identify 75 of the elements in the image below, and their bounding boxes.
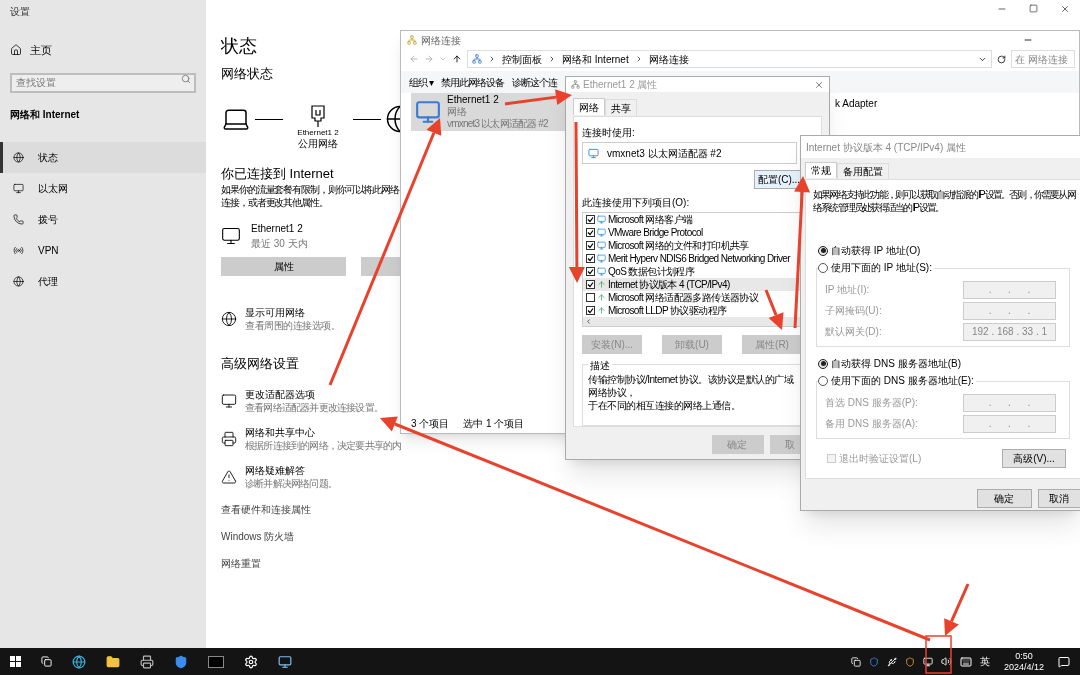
link[interactable]: Windows 防火墙 <box>221 528 295 544</box>
link-description: 查看网络适配器并更改连接设置。 <box>245 400 383 414</box>
search-field[interactable]: 查找设置 <box>10 72 196 93</box>
clock[interactable]: 0:50 2024/4/12 <box>997 650 1050 673</box>
item-device: vmxnet3 以太网适配器 #2 <box>447 118 548 130</box>
field-label: 首选 DNS 服务器(P): <box>825 396 919 410</box>
ok-button[interactable]: 确定 <box>977 489 1032 508</box>
tab[interactable]: 共享 <box>605 99 637 116</box>
field-label: 子网掩码(U): <box>825 304 883 318</box>
nav-item[interactable]: 代理 <box>0 266 206 297</box>
description-line: 连接，或者更改其他属性。 <box>221 196 328 209</box>
nav-item[interactable]: 拨号 <box>0 204 206 235</box>
device-field: vmxnet3 以太网适配器 #2 <box>582 142 797 164</box>
field-label: 连接时使用: <box>582 126 635 140</box>
adapter-name: Ethernet1 2 <box>251 222 303 236</box>
toolbar-button[interactable]: 组织 ▾ <box>409 74 433 90</box>
description-line: 传输控制协议/Internet 协议。该协议是默认的广域网络协议， <box>588 373 795 399</box>
address-bar[interactable]: 控制面板 网络和 Internet 网络连接 <box>467 50 992 68</box>
link[interactable]: 显示可用网络 <box>245 306 305 319</box>
nav-item[interactable]: 以太网 <box>0 173 206 204</box>
connection-status: 你已连接到 Internet <box>221 164 334 183</box>
link-description: 根据所连接到的网络，决定要共享的内 <box>245 438 402 452</box>
window-title: 设置 <box>9 5 31 19</box>
tab[interactable]: 备用配置 <box>837 163 889 179</box>
section-heading: 高级网络设置 <box>221 355 299 373</box>
group-label: 描述 <box>588 358 612 373</box>
link-description: 诊断并解决网络问题。 <box>245 476 337 490</box>
description-line: 如果网络支持此功能，则可以获取自动指派的 IP 设置。否则，你需要从网 <box>813 188 1075 201</box>
tab[interactable]: 网络 <box>573 98 605 115</box>
dialog-title: Ethernet1 2 属性 <box>583 78 658 92</box>
section-heading: 网络状态 <box>221 65 273 83</box>
radio-button[interactable]: 自动获得 IP 地址(O) <box>818 242 923 259</box>
field-label: IP 地址(I): <box>825 283 871 297</box>
item-status: 网络 <box>447 106 467 118</box>
properties-button[interactable]: 属性 <box>221 257 346 276</box>
nav-item[interactable]: 状态 <box>0 142 206 173</box>
breadcrumb[interactable]: 网络连接 <box>648 51 689 67</box>
advanced-button[interactable]: 高级(V)... <box>1002 449 1066 468</box>
window-title: 网络连接 <box>421 33 461 48</box>
nav-item[interactable]: VPN <box>0 235 206 266</box>
radio-button[interactable]: 自动获得 DNS 服务器地址(B) <box>818 355 963 372</box>
adapter-label: Ethernet1 2 <box>297 127 339 138</box>
breadcrumb[interactable]: 网络和 Internet <box>562 51 629 67</box>
cancel-button[interactable]: 取消 <box>1037 489 1080 508</box>
network-label: 公用网络 <box>298 137 338 150</box>
nav-link[interactable]: 主页 <box>30 41 52 59</box>
link-description: 查看周围的连接选项。 <box>245 319 340 332</box>
connection-item[interactable]: Ethernet1 2 网络 vmxnet3 以太网适配器 #2 <box>411 93 566 131</box>
link[interactable]: 网络疑难解答 <box>245 463 305 477</box>
field-label: 此连接使用下列项目(O): <box>582 196 690 210</box>
adapter-detail: 最近 30 天内 <box>251 237 308 251</box>
radio-button[interactable]: 使用下面的 DNS 服务器地址(E): <box>818 372 976 389</box>
toolbar-button[interactable]: 禁用此网络设备 <box>440 74 504 90</box>
field-label: 备用 DNS 服务器(A): <box>825 417 919 431</box>
item-name: Ethernet1 2 <box>447 94 499 106</box>
link[interactable]: 更改适配器选项 <box>245 387 315 401</box>
toolbar-button[interactable]: 诊断这个连 <box>511 74 557 90</box>
description-line: 于在不同的相互连接的网络上通信。 <box>588 399 741 412</box>
search-field[interactable]: 在 网络连接 <box>1011 50 1075 68</box>
link[interactable]: 网络和共享中心 <box>245 425 315 439</box>
status-text: 3 个项目 <box>411 416 450 431</box>
link[interactable]: 查看硬件和连接属性 <box>221 501 311 517</box>
field-label: 默认网关(D): <box>825 325 883 339</box>
dialog-title: Internet 协议版本 4 (TCP/IPv4) 属性 <box>806 140 967 155</box>
item-name: k Adapter <box>835 97 878 111</box>
page-heading: 状态 <box>221 35 257 58</box>
breadcrumb[interactable]: 控制面板 <box>502 51 542 67</box>
status-text: 选中 1 个项目 <box>463 416 525 431</box>
input-language[interactable]: 英 <box>979 654 990 669</box>
tab[interactable]: 常规 <box>805 162 837 178</box>
section-heading: 网络和 Internet <box>9 108 81 122</box>
radio-button[interactable]: 使用下面的 IP 地址(S): <box>818 259 934 276</box>
description-line: 如果你的流量套餐有限制，则你可以将此网络 <box>221 183 399 196</box>
link[interactable]: 网络重置 <box>221 555 261 571</box>
description-line: 络系统管理员处获得适当的 IP 设置。 <box>813 201 944 214</box>
